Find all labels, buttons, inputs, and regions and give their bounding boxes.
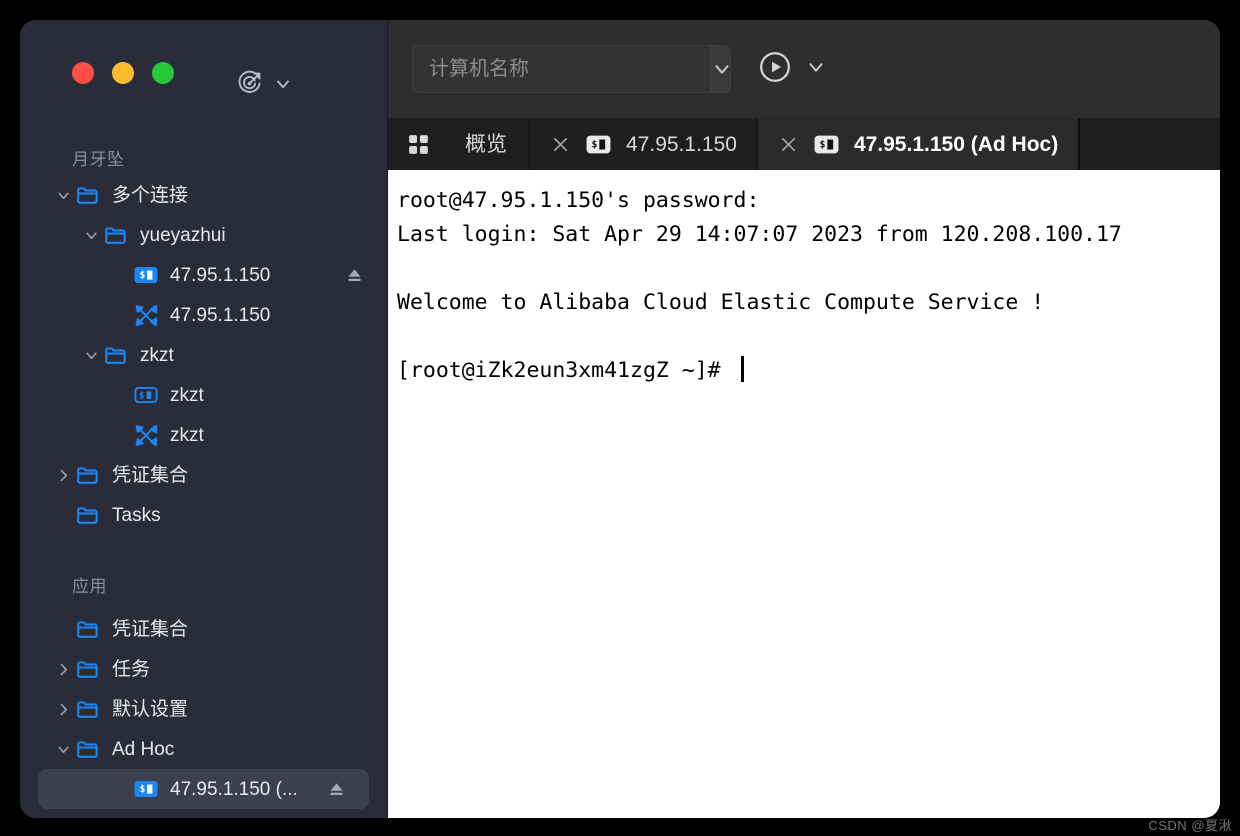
sidebar-item-label: 凭证集合 xyxy=(112,618,189,640)
svg-text:$: $ xyxy=(591,139,597,150)
minimize-window-button[interactable] xyxy=(112,62,134,84)
sidebar-item[interactable]: 多个连接 xyxy=(20,175,387,215)
close-icon[interactable] xyxy=(778,134,799,155)
run-controls xyxy=(757,49,827,90)
terminal-output[interactable]: root@47.95.1.150's password: Last login: … xyxy=(388,170,1220,818)
sidebar-item-label: 任务 xyxy=(112,658,151,680)
chevron-down-icon[interactable] xyxy=(273,74,293,94)
terminal-line: root@47.95.1.150's password: xyxy=(397,188,760,213)
tab-strip-empty-area[interactable] xyxy=(1079,118,1220,170)
sidebar-item[interactable]: 凭证集合 xyxy=(20,455,387,495)
sidebar-item-label: 凭证集合 xyxy=(112,464,189,486)
search-dropdown-button[interactable] xyxy=(710,46,730,92)
chevron-right-icon[interactable] xyxy=(52,661,74,678)
terminal-line: Last login: Sat Apr 29 14:07:07 2023 fro… xyxy=(397,222,1122,247)
folder-icon xyxy=(74,736,102,762)
chevron-right-icon[interactable] xyxy=(52,467,74,484)
chevron-down-icon[interactable] xyxy=(80,227,102,244)
sidebar-item-label: 47.95.1.150 (... xyxy=(170,778,298,800)
sidebar-item[interactable]: yueyazhui xyxy=(20,215,387,255)
sidebar-item[interactable]: zkzt xyxy=(20,335,387,375)
play-circle-icon[interactable] xyxy=(757,49,793,90)
chevron-right-icon[interactable] xyxy=(52,701,74,718)
sidebar-item[interactable]: 任务 xyxy=(20,649,387,689)
main-pane: 概览 $ 47.95.1.150 $ 47.95.1.150 (Ad Hoc) … xyxy=(387,20,1220,818)
application-window: 月牙坠 多个连接 yueyazhui $ 47.95.1.150 47.95.1… xyxy=(20,20,1220,818)
chevron-down-icon[interactable] xyxy=(80,347,102,364)
close-icon[interactable] xyxy=(550,134,571,155)
folder-icon xyxy=(74,502,102,528)
window-traffic-lights xyxy=(20,20,387,84)
sftp-icon xyxy=(132,302,160,329)
sidebar-item[interactable]: zkzt xyxy=(20,415,387,455)
computer-name-search[interactable] xyxy=(412,45,731,93)
svg-text:$: $ xyxy=(819,139,825,150)
tab-active[interactable]: $ 47.95.1.150 (Ad Hoc) xyxy=(757,118,1080,170)
sidebar-item[interactable]: 凭证集合 xyxy=(20,609,387,649)
terminal-line: Welcome to Alibaba Cloud Elastic Compute… xyxy=(397,290,1045,315)
sidebar-item-label: 47.95.1.150 xyxy=(170,264,271,286)
grid-icon xyxy=(406,132,431,157)
sidebar-item-label: zkzt xyxy=(170,424,204,446)
target-icon[interactable] xyxy=(236,70,263,97)
terminal-filled-icon: $ xyxy=(585,131,612,158)
sidebar-item[interactable]: 47.95.1.150 xyxy=(20,295,387,335)
sidebar-item[interactable]: $ 47.95.1.150 xyxy=(20,255,387,295)
close-window-button[interactable] xyxy=(72,62,94,84)
tab[interactable]: $ 47.95.1.150 xyxy=(530,118,758,170)
tab-label: 概览 xyxy=(465,132,507,156)
folder-icon xyxy=(102,222,130,248)
sidebar-item-label: zkzt xyxy=(140,344,174,366)
sidebar-item-label: 多个连接 xyxy=(112,184,189,206)
search-input[interactable] xyxy=(413,46,710,92)
eject-icon[interactable] xyxy=(344,265,365,286)
tab-label: 47.95.1.150 xyxy=(626,132,737,156)
folder-icon xyxy=(74,696,102,722)
tab[interactable]: 概览 xyxy=(388,118,530,170)
sidebar-item[interactable]: 默认设置 xyxy=(20,689,387,729)
folder-icon xyxy=(74,656,102,682)
sidebar: 月牙坠 多个连接 yueyazhui $ 47.95.1.150 47.95.1… xyxy=(20,20,387,818)
sidebar-item[interactable]: $ zkzt xyxy=(20,375,387,415)
sidebar-item-label: yueyazhui xyxy=(140,224,226,246)
sidebar-item[interactable]: Ad Hoc xyxy=(20,729,387,769)
tab-strip: 概览 $ 47.95.1.150 $ 47.95.1.150 (Ad Hoc) xyxy=(388,118,1220,170)
eject-icon[interactable] xyxy=(326,779,347,800)
tab-label: 47.95.1.150 (Ad Hoc) xyxy=(853,132,1059,156)
sidebar-item-label: 47.95.1.150 xyxy=(170,304,271,326)
folder-icon xyxy=(74,182,102,208)
svg-text:$: $ xyxy=(140,270,146,281)
chevron-down-icon[interactable] xyxy=(52,741,74,758)
top-toolbar xyxy=(388,20,1220,118)
terminal-filled-icon: $ xyxy=(132,262,160,288)
terminal-filled-icon: $ xyxy=(813,131,840,158)
folder-icon xyxy=(74,462,102,488)
sidebar-item-selected[interactable]: $ 47.95.1.150 (... xyxy=(38,769,369,809)
sidebar-item[interactable]: Tasks xyxy=(20,495,387,535)
sidebar-item-label: zkzt xyxy=(170,384,204,406)
svg-text:$: $ xyxy=(139,391,144,401)
sidebar-item-label: Ad Hoc xyxy=(112,738,175,760)
chevron-down-icon[interactable] xyxy=(52,187,74,204)
svg-text:$: $ xyxy=(140,784,146,795)
sidebar-toolbar xyxy=(236,70,293,97)
terminal-filled-icon: $ xyxy=(132,776,160,802)
sidebar-tree-hosts: 多个连接 yueyazhui $ 47.95.1.150 47.95.1.150 xyxy=(20,175,387,535)
folder-icon xyxy=(102,342,130,368)
maximize-window-button[interactable] xyxy=(152,62,174,84)
run-dropdown-icon[interactable] xyxy=(805,56,827,83)
sftp-icon xyxy=(132,422,160,449)
sidebar-item-label: Tasks xyxy=(112,504,161,526)
terminal-outline-icon: $ xyxy=(132,382,160,408)
terminal-line: [root@iZk2eun3xm41zgZ ~]# xyxy=(397,354,1220,388)
sidebar-item-label: 默认设置 xyxy=(112,698,189,720)
sidebar-tree-apps: 凭证集合 任务 默认设置 Ad Hoc $ 47.95.1.150 (... xyxy=(20,609,387,809)
folder-icon xyxy=(74,616,102,642)
terminal-cursor xyxy=(740,356,744,382)
sidebar-section-label-apps: 应用 xyxy=(72,577,107,596)
sidebar-section-label-hosts: 月牙坠 xyxy=(72,150,125,169)
